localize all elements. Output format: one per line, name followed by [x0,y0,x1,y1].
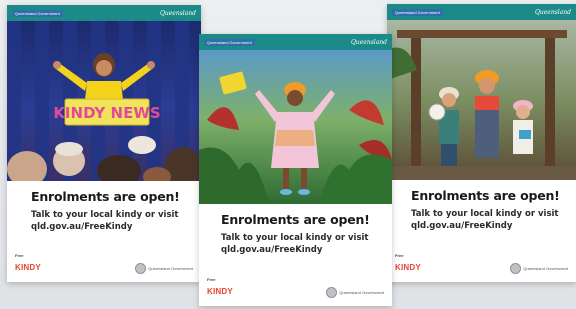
government-crest: Queensland Government [326,287,384,298]
poster-pergola: Queensland Government Queensland Enrolme… [387,4,576,282]
poster-copy: Enrolments are open! Talk to your local … [7,181,201,282]
pergola-scene-illustration [387,30,576,180]
poster-copy: Enrolments are open! Talk to your local … [387,180,576,282]
logo-kindy-text: KINDY [207,287,233,296]
poster-stage: Queensland Government Queensland KINDY N… [7,5,201,282]
program-tag: Queensland Government [392,8,443,16]
government-crest: Queensland Government [135,263,193,274]
headline: Enrolments are open! [221,212,370,227]
headline: Enrolments are open! [411,188,560,203]
call-to-action-line: Talk to your local kindy or visit [221,233,369,243]
crest-icon [326,287,338,298]
garden-scene-illustration [199,71,392,204]
program-tag: Queensland Government [12,9,63,17]
program-tag: Queensland Government [204,38,255,46]
crest-name: Queensland Government [148,265,193,271]
crest-name: Queensland Government [523,265,568,271]
government-wordmark: Queensland [350,38,387,46]
poster-photo [387,20,576,180]
crest-name: Queensland Government [339,289,384,295]
logo-free-text: Free [15,253,24,258]
poster-garden: Queensland Government Queensland Enrolme… [199,34,392,306]
logo-free-text: Free [395,253,404,258]
free-kindy-logo: Free KINDY [207,278,233,298]
website-url: qld.gov.au/FreeKindy [221,245,323,255]
government-crest: Queensland Government [510,263,568,274]
sign-text: KINDY NEWS [53,104,160,122]
crest-icon [510,263,522,274]
stage-scene-illustration: KINDY NEWS [7,21,201,181]
website-url: qld.gov.au/FreeKindy [411,221,513,231]
call-to-action-line: Talk to your local kindy or visit [411,209,559,219]
poster-copy: Enrolments are open! Talk to your local … [199,204,392,306]
government-wordmark: Queensland [534,8,571,16]
poster-header-band: Queensland Government Queensland [387,4,576,20]
free-kindy-logo: Free KINDY [395,254,421,274]
government-wordmark: Queensland [159,9,196,17]
logo-free-text: Free [207,277,216,282]
poster-photo: KINDY NEWS [7,21,201,181]
poster-header-band: Queensland Government Queensland [7,5,201,21]
call-to-action-line: Talk to your local kindy or visit [31,210,179,220]
logo-kindy-text: KINDY [15,263,41,272]
poster-header-band: Queensland Government Queensland [199,34,392,50]
poster-photo [199,50,392,204]
headline: Enrolments are open! [31,189,180,204]
website-url: qld.gov.au/FreeKindy [31,222,133,232]
free-kindy-logo: Free KINDY [15,254,41,274]
crest-icon [135,263,147,274]
logo-kindy-text: KINDY [395,263,421,272]
